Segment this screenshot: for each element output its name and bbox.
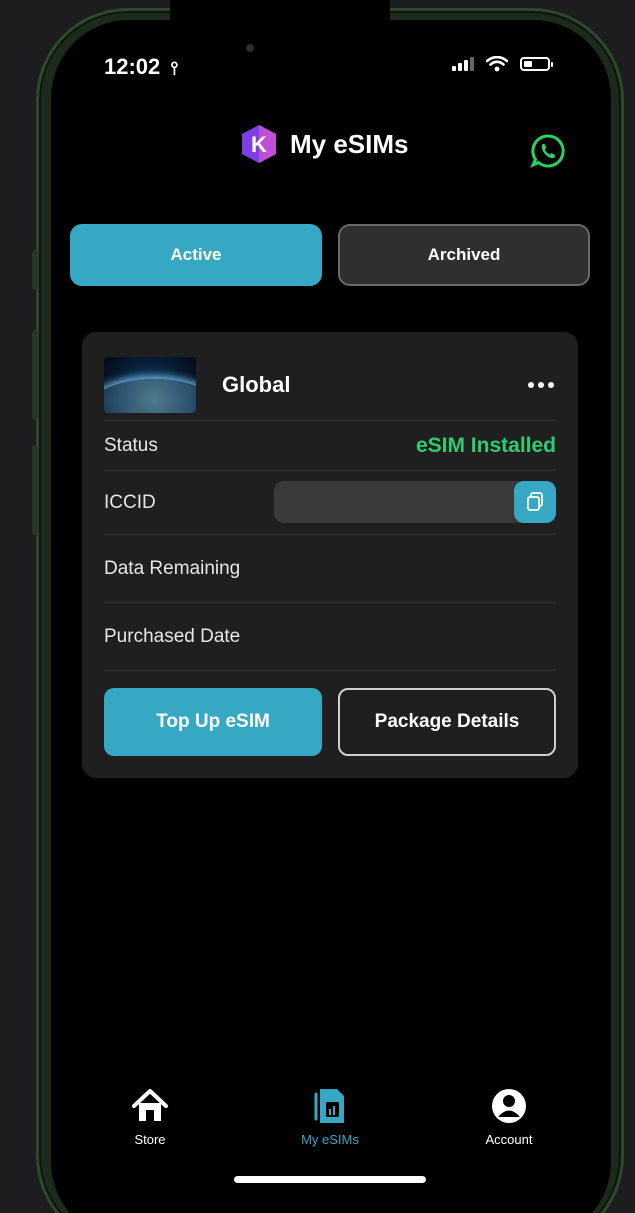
globe-thumbnail [104,357,196,413]
sim-card-icon [314,1089,344,1123]
nav-label-account: Account [485,1132,533,1147]
data-remaining-label: Data Remaining [104,557,241,579]
signal-icon [452,57,474,71]
wifi-icon [486,56,508,72]
data-remaining-row: Data Remaining [104,534,556,602]
esim-name: Global [222,372,291,397]
page-title: My eSIMs [290,128,409,159]
esim-card: Global Status eSIM Installed ICCID Data … [82,332,578,778]
row-divider [104,670,556,671]
nav-label-store: Store [134,1132,166,1147]
home-icon [132,1089,168,1121]
status-icons [452,56,553,72]
status-time: 12:02 ⫯ [104,54,178,80]
whatsapp-icon[interactable] [530,133,566,169]
tab-active[interactable]: Active [70,224,322,286]
phone-side-button [32,445,38,535]
nav-label-my-esims: My eSIMs [301,1132,359,1147]
esim-card-header: Global [104,352,556,418]
nav-item-store[interactable]: Store [128,1086,172,1147]
iccid-label: ICCID [104,491,156,513]
iccid-field [274,481,556,523]
purchased-date-label: Purchased Date [104,625,241,647]
page-header: K My eSIMs [240,124,409,164]
purchased-date-row: Purchased Date [104,602,556,670]
clock-text: 12:02 [104,54,161,79]
copy-iccid-button[interactable] [514,481,556,523]
location-icon: ⫯ [170,58,179,78]
status-value: eSIM Installed [415,433,556,457]
account-icon [492,1089,526,1123]
nav-item-my-esims[interactable]: My eSIMs [294,1086,366,1147]
copy-icon [527,492,543,511]
tab-archived[interactable]: Archived [338,224,590,286]
app-logo-letter: K [251,132,267,157]
package-details-button[interactable]: Package Details [338,688,556,756]
battery-icon [520,57,553,71]
home-indicator[interactable] [234,1176,426,1183]
phone-side-button [32,330,38,420]
phone-side-button [32,250,38,290]
status-label: Status [104,434,158,456]
iccid-row: ICCID [104,470,556,534]
status-row: Status eSIM Installed [104,420,556,470]
nav-item-account[interactable]: Account [476,1086,542,1147]
top-up-button[interactable]: Top Up eSIM [104,688,322,756]
app-logo-icon: K [242,125,276,163]
front-camera [246,44,254,52]
more-options-icon[interactable] [528,382,554,388]
notch [170,0,390,58]
